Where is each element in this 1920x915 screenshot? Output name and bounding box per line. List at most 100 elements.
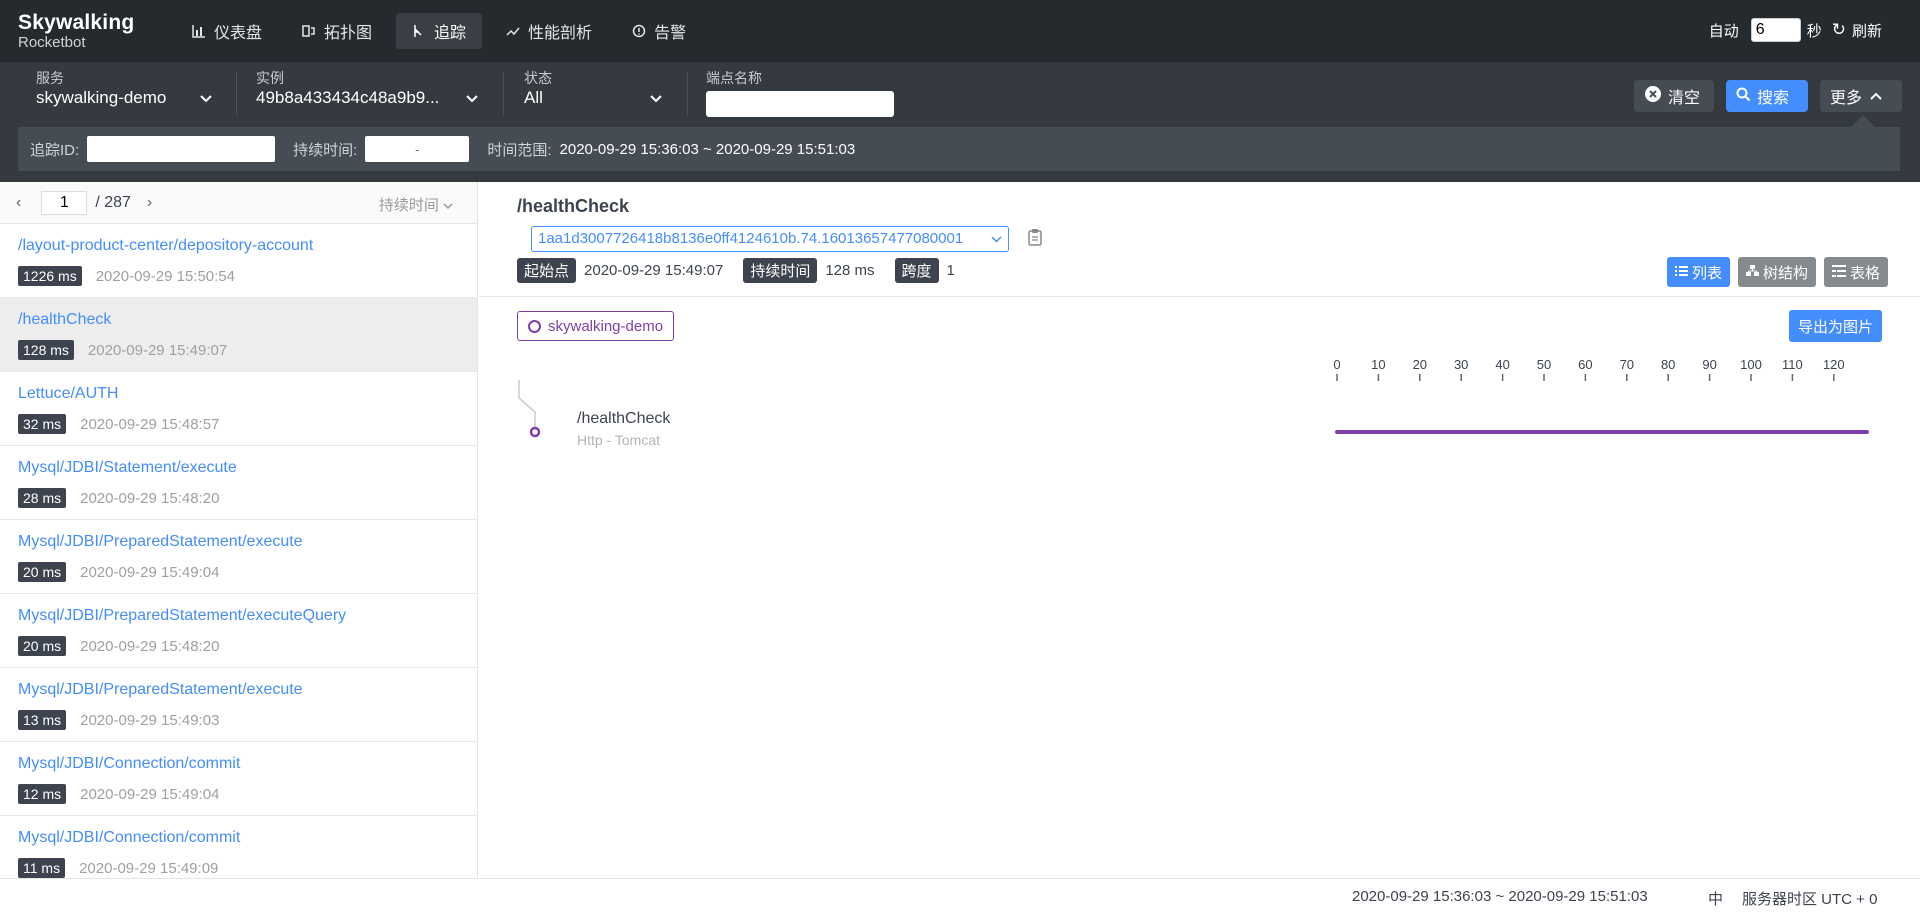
- axis-tick-label: 0: [1333, 357, 1340, 372]
- chevron-down-icon: [650, 90, 662, 106]
- logo: Skywalking Rocketbot: [18, 11, 135, 52]
- auto-label[interactable]: 自动: [1709, 20, 1739, 41]
- nav-topology-label: 拓扑图: [324, 25, 373, 42]
- axis-tick-label: 90: [1702, 357, 1716, 372]
- trace-item[interactable]: Mysql/JDBI/Connection/commit 11 ms 2020-0…: [0, 816, 477, 878]
- more-button[interactable]: 更多: [1820, 80, 1902, 112]
- search-icon: [1736, 87, 1751, 106]
- auto-refresh-bar: 自动 秒 ↻ 刷新: [1709, 18, 1882, 42]
- divider: [236, 72, 237, 116]
- nav-menu: 仪表盘 拓扑图 追踪 性能剖析 告警: [176, 13, 710, 49]
- trace-endpoint: Lettuce/AUTH: [18, 385, 119, 402]
- interval-input[interactable]: [1750, 18, 1801, 42]
- service-label: 服务: [36, 70, 64, 86]
- duration-input[interactable]: [365, 136, 470, 162]
- profile-icon: [506, 24, 520, 38]
- more-panel-caret: [1851, 115, 1875, 127]
- trace-item[interactable]: Mysql/JDBI/Connection/commit 12 ms 2020-0…: [0, 742, 477, 816]
- logo-title: Skywalking: [18, 11, 135, 34]
- trace-endpoint: Mysql/JDBI/Connection/commit: [18, 755, 241, 772]
- nav-alarm-label: 告警: [654, 25, 687, 42]
- service-select[interactable]: 服务 skywalking-demo: [36, 70, 212, 118]
- trace-item[interactable]: Mysql/JDBI/PreparedStatement/execute 13 …: [0, 668, 477, 742]
- service-value: skywalking-demo: [36, 88, 167, 107]
- top-nav: Skywalking Rocketbot 仪表盘 拓扑图 追踪 性能剖析 告警 …: [0, 0, 1920, 62]
- nav-topology[interactable]: 拓扑图: [286, 13, 388, 49]
- axis-tick-label: 80: [1661, 357, 1675, 372]
- status-value: All: [524, 88, 543, 107]
- chevron-down-icon: [443, 197, 453, 214]
- sort-select[interactable]: 持续时间: [379, 194, 453, 215]
- axis-tick-label: 60: [1578, 357, 1592, 372]
- trace-time: 2020-09-29 15:48:20: [80, 637, 220, 655]
- traceid-label: 追踪ID:: [30, 141, 80, 159]
- footer-timerange[interactable]: 2020-09-29 15:36:03 ~ 2020-09-29 15:51:0…: [1352, 888, 1648, 905]
- trace-item[interactable]: /layout-product-center/depository-accoun…: [0, 224, 477, 298]
- chevron-down-icon: [466, 90, 478, 106]
- trace-item[interactable]: Lettuce/AUTH 32 ms 2020-09-29 15:48:57: [0, 372, 477, 446]
- duration-badge: 20 ms: [18, 636, 67, 656]
- traceid-input[interactable]: [87, 136, 276, 162]
- chevron-left-icon[interactable]: ‹: [16, 194, 21, 212]
- trace-detail: /healthCheck 1aa1d3007726418b8136e0ff412…: [479, 182, 1920, 878]
- status-select[interactable]: 状态 All: [524, 70, 662, 118]
- more-label: 更多: [1830, 90, 1863, 107]
- clear-icon: [1644, 85, 1662, 107]
- divider: [687, 72, 688, 116]
- refresh-label[interactable]: 刷新: [1852, 20, 1882, 41]
- trace-time: 2020-09-29 15:49:09: [79, 859, 219, 877]
- language-toggle[interactable]: 中: [1708, 888, 1723, 909]
- trace-time: 2020-09-29 15:49:04: [80, 785, 220, 803]
- filter-bar: 服务 skywalking-demo 实例 49b8a433434c48a9b9…: [0, 62, 1920, 182]
- chart-icon: [192, 24, 206, 38]
- timerange-value[interactable]: 2020-09-29 15:36:03 ~ 2020-09-29 15:51:0…: [560, 141, 856, 158]
- topology-icon: [302, 24, 316, 38]
- divider: [503, 72, 504, 116]
- trace-endpoint: /layout-product-center/depository-accoun…: [18, 237, 314, 254]
- nav-profile-label: 性能剖析: [528, 25, 593, 42]
- span-node-icon: [529, 426, 541, 438]
- instance-select[interactable]: 实例 49b8a433434c48a9b9...: [256, 70, 478, 118]
- trace-endpoint: /healthCheck: [18, 311, 112, 328]
- trace-item[interactable]: Mysql/JDBI/PreparedStatement/execute 20 …: [0, 520, 477, 594]
- page-input[interactable]: [41, 190, 88, 215]
- duration-badge: 128 ms: [18, 340, 74, 360]
- instance-label: 实例: [256, 70, 284, 86]
- span-subtitle: Http - Tomcat: [577, 432, 660, 448]
- seconds-label: 秒: [1806, 22, 1822, 40]
- status-label: 状态: [524, 70, 552, 86]
- nav-trace-label: 追踪: [434, 25, 467, 42]
- pager: ‹ / 287 › 持续时间: [0, 182, 477, 224]
- trace-time: 2020-09-29 15:48:20: [80, 489, 220, 507]
- nav-profile[interactable]: 性能剖析: [490, 13, 608, 49]
- nav-alarm[interactable]: 告警: [616, 13, 702, 49]
- logo-subtitle: Rocketbot: [18, 34, 86, 51]
- trace-time: 2020-09-29 15:50:54: [95, 267, 235, 285]
- nav-dashboard-label: 仪表盘: [214, 25, 263, 42]
- trace-item[interactable]: Mysql/JDBI/Statement/execute 28 ms 2020-0…: [0, 446, 477, 520]
- axis-tick-label: 100: [1740, 357, 1762, 372]
- axis-tick-label: 70: [1620, 357, 1634, 372]
- timeline-axis: 0 10 20 30 40 50 60 70 80 90 100 110 120: [518, 357, 1869, 438]
- clear-button[interactable]: 清空: [1634, 80, 1714, 112]
- trace-endpoint: Mysql/JDBI/Connection/commit: [18, 829, 241, 846]
- chevron-right-icon[interactable]: ›: [147, 194, 152, 212]
- trace-item[interactable]: /healthCheck 128 ms 2020-09-29 15:49:07: [0, 298, 477, 372]
- axis-tick-label: 10: [1371, 357, 1385, 372]
- search-button[interactable]: 搜索: [1726, 80, 1808, 112]
- duration-badge: 1226 ms: [18, 266, 82, 286]
- timerange-label: 时间范围:: [487, 141, 552, 159]
- trace-item[interactable]: Mysql/JDBI/PreparedStatement/executeQuer…: [0, 594, 477, 668]
- trace-list: /layout-product-center/depository-accoun…: [0, 224, 477, 878]
- page-total: / 287: [95, 193, 131, 211]
- endpoint-input[interactable]: [706, 91, 894, 117]
- span-name[interactable]: /healthCheck: [577, 410, 670, 428]
- search-label: 搜索: [1757, 90, 1790, 107]
- trace-list-panel: ‹ / 287 › 持续时间 /layout-product-center/de…: [0, 182, 478, 878]
- trace-endpoint: Mysql/JDBI/PreparedStatement/executeQuer…: [18, 607, 347, 624]
- axis-tick-label: 110: [1782, 357, 1803, 372]
- trace-time: 2020-09-29 15:49:07: [87, 341, 228, 359]
- nav-dashboard[interactable]: 仪表盘: [176, 13, 278, 49]
- nav-trace[interactable]: 追踪: [396, 13, 483, 49]
- refresh-icon[interactable]: ↻: [1832, 20, 1846, 40]
